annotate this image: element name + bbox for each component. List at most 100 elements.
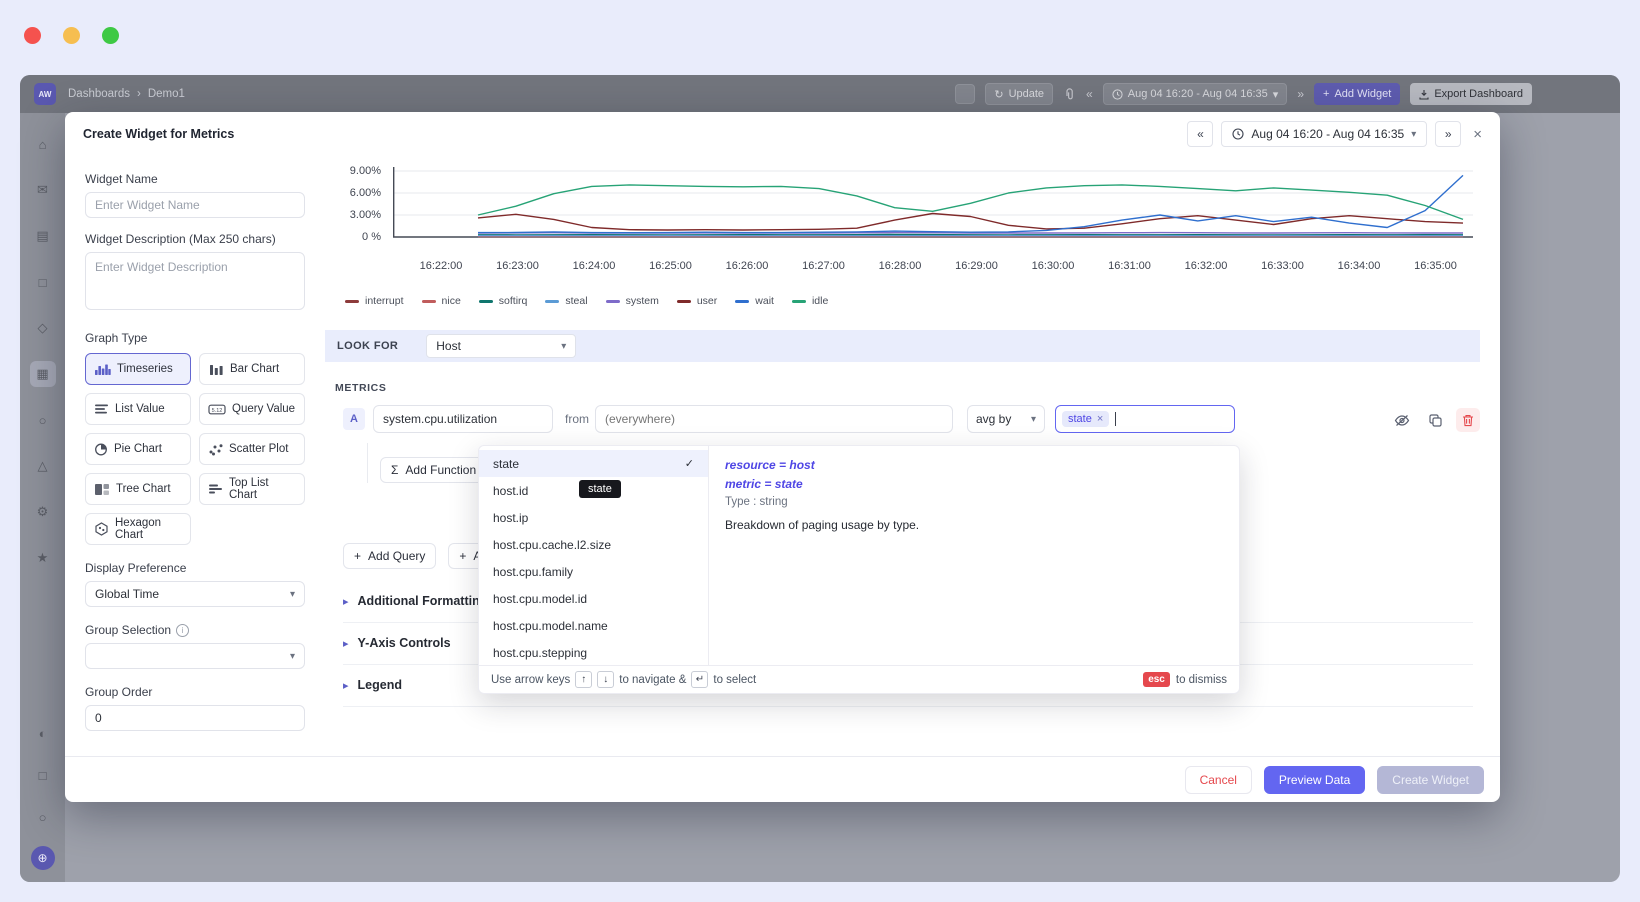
pie-chart-icon xyxy=(94,443,108,456)
dropdown-footer: Use arrow keys ↑ ↓ to navigate & ↵ to se… xyxy=(479,665,1239,693)
suggestion-item-host.cpu.stepping[interactable]: host.cpu.stepping xyxy=(479,639,708,665)
filter-scope-input[interactable] xyxy=(595,405,953,433)
sidebar-item-0[interactable]: ⌂ xyxy=(30,131,56,157)
create-widget-button[interactable]: Create Widget xyxy=(1377,766,1484,794)
suggestion-item-host.cpu.model.name[interactable]: host.cpu.model.name xyxy=(479,612,708,639)
time-shift-forward-button[interactable]: » xyxy=(1435,121,1461,147)
sidebar-item-1[interactable]: ✉ xyxy=(30,177,56,203)
legend-item-system[interactable]: system xyxy=(606,295,659,307)
legend-item-idle[interactable]: idle xyxy=(792,295,828,307)
dismiss-hint: esc to dismiss xyxy=(1143,672,1227,687)
sidebar-item-7[interactable]: △ xyxy=(30,453,56,479)
time-forward-button[interactable]: » xyxy=(1297,87,1304,101)
legend-item-interrupt[interactable]: interrupt xyxy=(345,295,404,307)
add-query-button[interactable]: + Add Query xyxy=(343,543,436,569)
graph-type-scatter[interactable]: Scatter Plot xyxy=(199,433,305,465)
x-tick-label: 16:27:00 xyxy=(802,260,845,272)
legend-item-steal[interactable]: steal xyxy=(545,295,587,307)
bar-chart-icon xyxy=(208,363,224,376)
close-window-button[interactable] xyxy=(24,27,41,44)
panel-toggle-button[interactable] xyxy=(955,84,975,104)
sidebar-item-2[interactable]: ▤ xyxy=(30,223,56,249)
chart-legend: interrupt nice softirq steal system user wait i… xyxy=(345,295,828,307)
detail-description: Breakdown of paging usage by type. xyxy=(725,518,1223,532)
legend-item-softirq[interactable]: softirq xyxy=(479,295,528,307)
hide-query-icon[interactable] xyxy=(1390,408,1414,432)
time-shift-back-button[interactable]: « xyxy=(1187,121,1213,147)
attachment-icon[interactable] xyxy=(1063,87,1076,101)
graph-type-label: Scatter Plot xyxy=(229,443,288,455)
header-time-range[interactable]: Aug 04 16:20 - Aug 04 16:35 ▾ xyxy=(1103,83,1288,105)
add-function-button[interactable]: Σ Add Function xyxy=(380,457,487,483)
caret-down-icon: ▾ xyxy=(290,651,295,662)
graph-type-pie[interactable]: Pie Chart xyxy=(85,433,191,465)
suggestion-item-host.cpu.model.id[interactable]: host.cpu.model.id xyxy=(479,585,708,612)
check-icon: ✓ xyxy=(685,457,694,470)
preview-data-button[interactable]: Preview Data xyxy=(1264,766,1365,794)
graph-type-hexagon[interactable]: Hexagon Chart xyxy=(85,513,191,545)
sidebar-bottom-item-2[interactable]: ○ xyxy=(30,804,56,830)
add-widget-button[interactable]: + Add Widget xyxy=(1314,83,1400,105)
time-back-button[interactable]: « xyxy=(1086,87,1093,101)
detail-resource: resource = host xyxy=(725,458,1223,472)
legend-label: softirq xyxy=(499,295,528,307)
sidebar-bottom-item-1[interactable]: □ xyxy=(30,762,56,788)
legend-item-wait[interactable]: wait xyxy=(735,295,774,307)
x-tick-label: 16:29:00 xyxy=(955,260,998,272)
minimize-window-button[interactable] xyxy=(63,27,80,44)
sidebar-item-5[interactable]: ▦ xyxy=(30,361,56,387)
tag-suggestion-dropdown: state state✓host.idhost.iphost.cpu.cache… xyxy=(478,445,1240,694)
suggestion-item-host.cpu.family[interactable]: host.cpu.family xyxy=(479,558,708,585)
aggregation-select[interactable]: avg by ▾ xyxy=(967,405,1045,433)
sidebar-brand-logo[interactable]: ⊕ xyxy=(31,846,55,870)
graph-type-timeseries[interactable]: Timeseries xyxy=(85,353,191,385)
app-logo[interactable]: AW xyxy=(34,83,56,105)
sidebar-item-6[interactable]: ○ xyxy=(30,407,56,433)
look-for-select[interactable]: Host ▾ xyxy=(426,334,576,358)
export-dashboard-button[interactable]: Export Dashboard xyxy=(1410,83,1532,105)
group-order-input[interactable] xyxy=(85,705,305,731)
legend-label: system xyxy=(626,295,659,307)
sidebar-item-4[interactable]: ◇ xyxy=(30,315,56,341)
remove-tag-icon[interactable]: × xyxy=(1097,413,1103,425)
sidebar-item-8[interactable]: ⚙ xyxy=(30,499,56,525)
breadcrumb-dashboards[interactable]: Dashboards xyxy=(68,88,130,100)
group-by-tag-input[interactable]: state × xyxy=(1055,405,1235,433)
legend-swatch xyxy=(422,300,436,303)
suggestion-tooltip: state xyxy=(579,480,621,498)
zoom-window-button[interactable] xyxy=(102,27,119,44)
esc-key-badge: esc xyxy=(1143,672,1170,687)
graph-type-bar[interactable]: Bar Chart xyxy=(199,353,305,385)
graph-type-query[interactable]: 5.12Query Value xyxy=(199,393,305,425)
sidebar-item-9[interactable]: ★ xyxy=(30,545,56,571)
graph-type-tree[interactable]: Tree Chart xyxy=(85,473,191,505)
modal-footer: Cancel Preview Data Create Widget xyxy=(65,756,1500,802)
legend-item-user[interactable]: user xyxy=(677,295,717,307)
metric-name-input[interactable] xyxy=(373,405,553,433)
modal-time-range[interactable]: Aug 04 16:20 - Aug 04 16:35 ▾ xyxy=(1221,121,1427,147)
duplicate-query-icon[interactable] xyxy=(1423,408,1447,432)
sidebar-bottom-item-0[interactable]: ◐ xyxy=(30,720,56,746)
cancel-button[interactable]: Cancel xyxy=(1185,766,1252,794)
suggestion-item-host.cpu.cache.l2.size[interactable]: host.cpu.cache.l2.size xyxy=(479,531,708,558)
graph-type-list[interactable]: List Value xyxy=(85,393,191,425)
graph-type-toplist[interactable]: Top List Chart xyxy=(199,473,305,505)
graph-type-label: Top List Chart xyxy=(229,477,296,501)
x-tick-label: 16:28:00 xyxy=(879,260,922,272)
suggestion-item-host.ip[interactable]: host.ip xyxy=(479,504,708,531)
arrow-up-key-icon: ↑ xyxy=(575,671,592,688)
delete-query-icon[interactable] xyxy=(1456,408,1480,432)
metric-query-row: A from avg by ▾ state × xyxy=(325,405,1480,433)
svg-text:5.12: 5.12 xyxy=(212,408,223,414)
legend-swatch xyxy=(735,300,749,303)
close-modal-button[interactable]: × xyxy=(1473,126,1482,143)
display-preference-select[interactable]: Global Time ▾ xyxy=(85,581,305,607)
plus-icon: + xyxy=(459,549,466,563)
group-selection-select[interactable]: ▾ xyxy=(85,643,305,669)
sidebar-item-3[interactable]: □ xyxy=(30,269,56,295)
update-button[interactable]: ↻ Update xyxy=(985,83,1053,105)
legend-item-nice[interactable]: nice xyxy=(422,295,461,307)
widget-name-input[interactable] xyxy=(85,192,305,218)
widget-description-input[interactable] xyxy=(85,252,305,310)
suggestion-item-state[interactable]: state✓ xyxy=(479,450,708,477)
